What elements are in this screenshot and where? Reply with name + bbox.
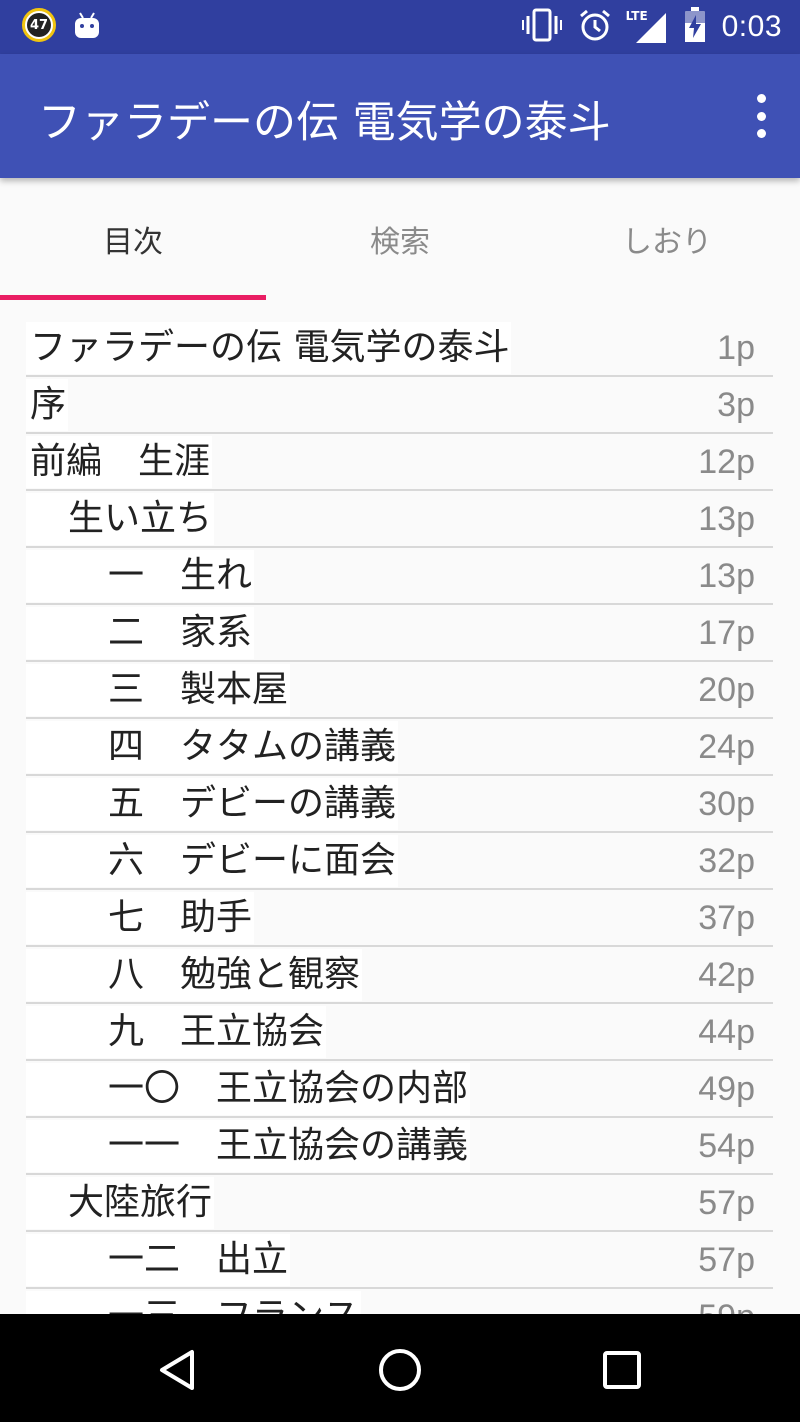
tab-indicator: [0, 295, 266, 300]
tab-search[interactable]: 検索: [267, 178, 533, 302]
toc-row-title: 五 デビーの講義: [26, 778, 399, 830]
toc-row[interactable]: 八 勉強と観察 42p: [26, 947, 773, 1004]
toc-row-title: 一一 王立協会の講義: [26, 1120, 471, 1172]
toc-row[interactable]: 一一 王立協会の講義 54p: [26, 1118, 773, 1175]
toc-row-page: 20p: [698, 671, 755, 709]
vibrate-icon: [521, 8, 562, 46]
toc-row-title: 九 王立協会: [26, 1006, 327, 1058]
toc-row[interactable]: 一 生れ 13p: [26, 548, 773, 605]
toc-row-title: 一三 フランス: [26, 1291, 362, 1314]
toc-row-title: 二 家系: [26, 607, 255, 659]
toc-row[interactable]: ファラデーの伝 電気学の泰斗 1p: [26, 320, 773, 377]
toc-row-page: 30p: [698, 785, 755, 823]
toc-row[interactable]: 大陸旅行 57p: [26, 1175, 773, 1232]
toc-row[interactable]: 二 家系 17p: [26, 605, 773, 662]
toc-row-page: 32p: [698, 842, 755, 880]
recents-icon[interactable]: [598, 1346, 646, 1394]
toc-row-page: 24p: [698, 728, 755, 766]
toc-row-title: 七 助手: [26, 892, 255, 944]
toc-row-title: 大陸旅行: [26, 1177, 215, 1229]
toc-row-title: 一 生れ: [26, 550, 255, 602]
tab-bookmarks[interactable]: しおり: [534, 178, 800, 302]
toc-row-page: 57p: [698, 1184, 755, 1222]
status-bar: 47 LTE 0:03: [0, 0, 800, 54]
navigation-bar: [0, 1314, 800, 1422]
toc-row-title: 四 タタムの講義: [26, 721, 399, 773]
battery-charging-icon: [684, 7, 706, 47]
toc-row[interactable]: 前編 生涯 12p: [26, 434, 773, 491]
toc-row-page: 3p: [717, 386, 755, 424]
toc-row-page: 49p: [698, 1070, 755, 1108]
toc-row-title: 生い立ち: [26, 493, 215, 545]
toc-row-page: 57p: [698, 1241, 755, 1279]
toc-row[interactable]: 六 デビーに面会 32p: [26, 833, 773, 890]
toc-row-title: 八 勉強と観察: [26, 949, 363, 1001]
toc-row-page: 13p: [698, 500, 755, 538]
toc-row[interactable]: 一〇 王立協会の内部 49p: [26, 1061, 773, 1118]
toc-row-title: ファラデーの伝 電気学の泰斗: [26, 322, 512, 374]
toc-row[interactable]: 一二 出立 57p: [26, 1232, 773, 1289]
toc-row[interactable]: 四 タタムの講義 24p: [26, 719, 773, 776]
android-icon: [74, 11, 100, 39]
overflow-menu-icon[interactable]: [752, 94, 770, 138]
toc-row[interactable]: 三 製本屋 20p: [26, 662, 773, 719]
toc-row-title: 三 製本屋: [26, 664, 291, 716]
alarm-icon: [578, 8, 612, 46]
status-time: 0:03: [721, 10, 782, 43]
toc-row[interactable]: 九 王立協会 44p: [26, 1004, 773, 1061]
toc-row-title: 前編 生涯: [26, 436, 213, 488]
signal-icon: LTE: [626, 9, 668, 45]
toc-row-title: 序: [26, 379, 69, 431]
toc-row-page: 37p: [698, 899, 755, 937]
notification-badge-count: 47: [27, 13, 51, 37]
tab-contents[interactable]: 目次: [0, 178, 266, 302]
toc-row-page: 12p: [698, 443, 755, 481]
toc-row[interactable]: 一三 フランス 59p: [26, 1289, 773, 1314]
toc-row[interactable]: 序 3p: [26, 377, 773, 434]
toc-row-page: 42p: [698, 956, 755, 994]
toc-row-page: 44p: [698, 1013, 755, 1051]
toc-row-title: 一〇 王立協会の内部: [26, 1063, 471, 1115]
toc-row[interactable]: 生い立ち 13p: [26, 491, 773, 548]
back-icon[interactable]: [154, 1346, 202, 1394]
toc-row-title: 一二 出立: [26, 1234, 291, 1286]
app-title: ファラデーの伝 電気学の泰斗: [38, 98, 611, 148]
notification-badge-icon: 47: [22, 8, 56, 42]
toc-row-page: 54p: [698, 1127, 755, 1165]
toc-row[interactable]: 七 助手 37p: [26, 890, 773, 947]
toc-row-page: 13p: [698, 557, 755, 595]
toc-row-page: 17p: [698, 614, 755, 652]
toc-row[interactable]: 五 デビーの講義 30p: [26, 776, 773, 833]
toc-row-page: 1p: [717, 329, 755, 367]
tab-bar: 目次 検索 しおり: [0, 178, 800, 302]
toc-list[interactable]: ファラデーの伝 電気学の泰斗 1p 序 3p 前編 生涯 12p 生い立ち 13p 一 生れ 13…: [26, 320, 773, 1314]
home-icon[interactable]: [376, 1346, 424, 1394]
toc-row-title: 六 デビーに面会: [26, 835, 399, 887]
toc-row-page: 59p: [698, 1291, 755, 1314]
app-bar: ファラデーの伝 電気学の泰斗: [0, 54, 800, 178]
